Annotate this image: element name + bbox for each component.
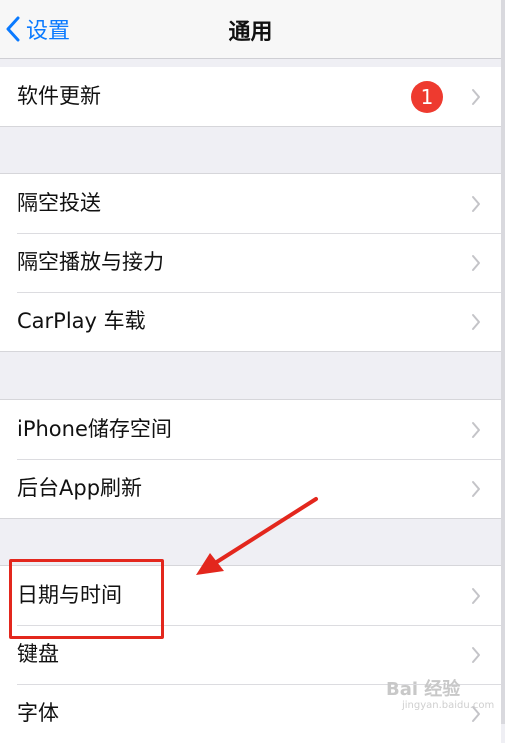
row-label: 字体 (17, 701, 59, 725)
chevron-right-icon (472, 481, 480, 497)
row-airdrop[interactable]: 隔空投送 (0, 174, 501, 233)
chevron-right-icon (472, 422, 480, 438)
chevron-right-icon (472, 647, 480, 663)
watermark-logo: Bai 经验 (386, 679, 461, 700)
settings-group-connectivity: 隔空投送 隔空播放与接力 CarPlay 车载 (0, 173, 501, 352)
row-airplay-handoff[interactable]: 隔空播放与接力 (0, 233, 501, 292)
chevron-right-icon (472, 89, 480, 105)
row-label: iPhone储存空间 (17, 417, 172, 441)
chevron-right-icon (472, 255, 480, 271)
chevron-right-icon (472, 314, 480, 330)
annotation-highlight-box (9, 559, 164, 639)
row-software-update[interactable]: 软件更新 1 (0, 67, 501, 126)
row-label: 软件更新 (17, 84, 101, 108)
right-edge-strip (501, 0, 505, 724)
row-label: 隔空投送 (17, 191, 101, 215)
page-title: 通用 (228, 20, 273, 45)
update-badge: 1 (411, 81, 443, 113)
annotation-arrow-icon (196, 497, 318, 575)
row-label: CarPlay 车载 (17, 309, 146, 333)
chevron-right-icon (472, 196, 480, 212)
row-iphone-storage[interactable]: iPhone储存空间 (0, 400, 501, 459)
chevron-right-icon (472, 588, 480, 604)
row-label: 隔空播放与接力 (17, 250, 164, 274)
row-carplay[interactable]: CarPlay 车载 (0, 292, 501, 351)
watermark-url: jingyan.baidu.com (402, 700, 495, 711)
row-label: 后台App刷新 (17, 476, 143, 500)
navigation-bar: 设置 通用 (0, 0, 501, 59)
settings-group-update: 软件更新 1 (0, 67, 501, 127)
